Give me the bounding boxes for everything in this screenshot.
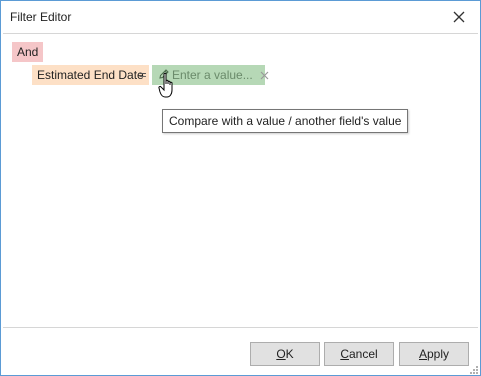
remove-condition-button[interactable]: [255, 65, 274, 85]
ok-label-rest: K: [285, 347, 294, 361]
cancel-button[interactable]: Cancel: [324, 342, 394, 366]
apply-label-rest: pply: [427, 347, 450, 361]
group-operator-token[interactable]: And: [12, 42, 44, 62]
remove-condition-icon: [260, 71, 269, 80]
cancel-label-rest: ancel: [348, 347, 378, 361]
cancel-mnemonic: C: [340, 347, 349, 361]
hand-pointer-cursor: [158, 72, 173, 98]
operator-token[interactable]: =: [137, 65, 149, 85]
value-placeholder: Enter a value...: [172, 68, 253, 82]
window-title: Filter Editor: [10, 10, 72, 24]
tooltip: Compare with a value / another field's v…: [162, 109, 409, 133]
ok-mnemonic: O: [276, 347, 286, 361]
ok-button[interactable]: OK: [250, 342, 320, 366]
close-button[interactable]: [444, 1, 474, 32]
apply-mnemonic: A: [418, 347, 427, 361]
resize-grip-icon[interactable]: [469, 365, 479, 375]
filter-editor-window: Filter Editor And Estimated End Date = E…: [0, 0, 481, 376]
filter-editor-area[interactable]: And Estimated End Date = Enter a value..…: [3, 33, 478, 328]
apply-button[interactable]: Apply: [399, 342, 469, 366]
close-icon: [453, 11, 465, 22]
title-bar[interactable]: Filter Editor: [1, 1, 480, 32]
field-token[interactable]: Estimated End Date: [32, 65, 149, 85]
